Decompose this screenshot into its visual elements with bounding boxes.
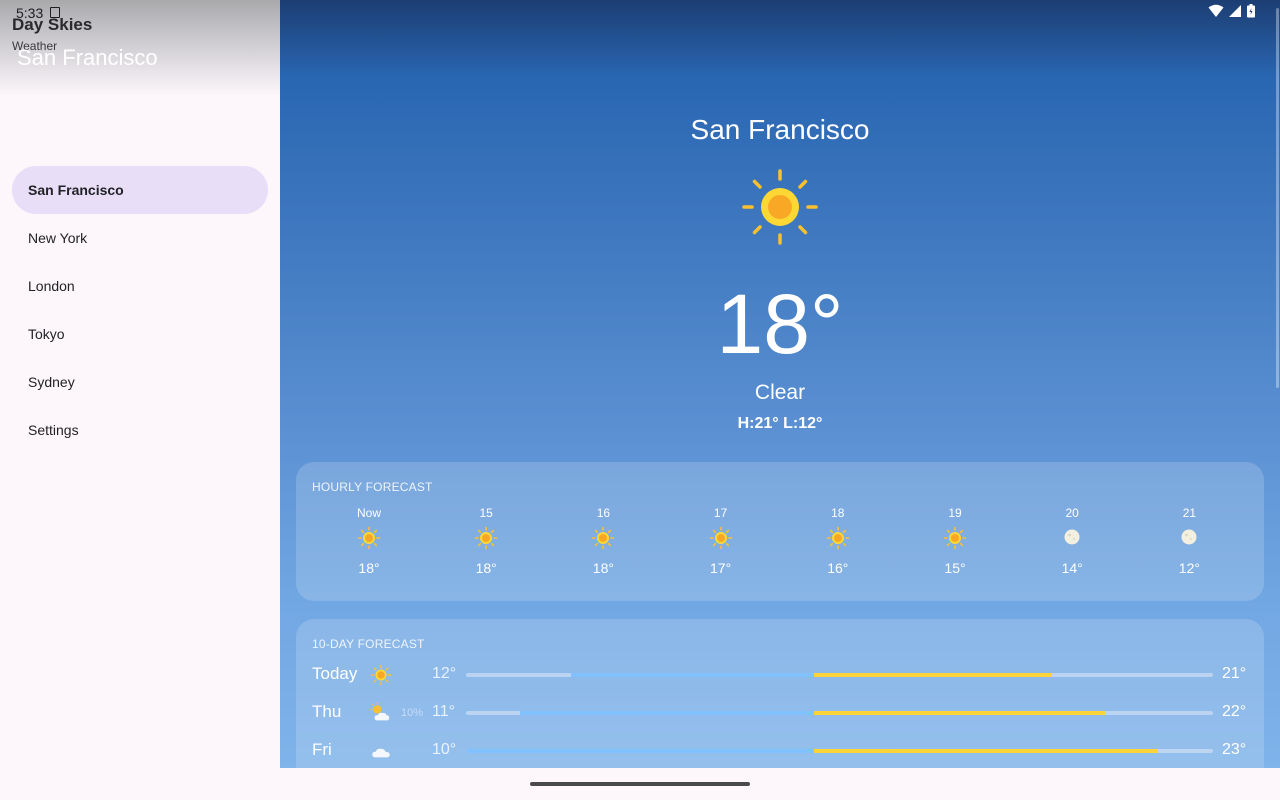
hourly-item: 20 14° xyxy=(1032,506,1112,576)
notification-icon xyxy=(50,7,60,18)
day-low: 12° xyxy=(432,665,457,682)
current-city: San Francisco xyxy=(690,114,870,145)
hour-temp: 14° xyxy=(1061,560,1083,576)
hour-temp: 17° xyxy=(710,560,732,576)
hourly-item: Now 18° xyxy=(329,506,409,576)
drawer-item-sydney[interactable]: Sydney xyxy=(12,358,268,406)
hour-label: 20 xyxy=(1065,506,1079,520)
status-time: 5:33 xyxy=(16,5,44,21)
hour-label: 21 xyxy=(1182,506,1197,520)
precip-chance: 10% xyxy=(401,707,424,719)
hour-label: 15 xyxy=(479,506,493,520)
hour-temp: 18° xyxy=(475,560,497,576)
day-name: Fri xyxy=(312,740,332,759)
day-name: Thu xyxy=(312,702,342,721)
temperature-range-bar xyxy=(466,711,1213,715)
day-high: 21° xyxy=(1222,665,1247,682)
status-icons xyxy=(1208,4,1256,18)
sun-icon xyxy=(563,526,643,556)
moon-icon xyxy=(1149,526,1229,556)
hour-temp: 12° xyxy=(1178,560,1200,576)
temperature-range-bar xyxy=(466,749,1213,753)
daily-forecast-card[interactable]: 10-DAY FORECAST Today 12° 21° Thu 10% 11° 22° F… xyxy=(296,619,1264,768)
sun-icon xyxy=(915,526,995,556)
drawer-header-city: San Francisco xyxy=(17,45,158,70)
sun-icon xyxy=(681,526,761,556)
range-cool-segment xyxy=(466,749,815,753)
hourly-item: 18 16° xyxy=(798,506,878,576)
day-name: Today xyxy=(312,664,358,683)
high-low: H:21° L:12° xyxy=(737,415,823,432)
day-low: 10° xyxy=(432,741,457,758)
day-high: 22° xyxy=(1222,703,1247,720)
day-low: 11° xyxy=(432,703,456,720)
temperature-range-bar xyxy=(466,673,1213,677)
hourly-item: 17 17° xyxy=(681,506,761,576)
drawer-item-tokyo[interactable]: Tokyo xyxy=(12,310,268,358)
daily-row[interactable]: Thu 10% 11° 22° xyxy=(312,698,1248,728)
moon-icon xyxy=(1032,526,1112,556)
drawer-item-settings[interactable]: Settings xyxy=(12,406,268,454)
range-warm-segment xyxy=(814,673,1053,677)
drawer-item-london[interactable]: London xyxy=(12,262,268,310)
hour-temp: 15° xyxy=(944,560,966,576)
daily-row[interactable]: Fri 10° 23° xyxy=(312,736,1248,766)
cloud-icon xyxy=(370,740,392,767)
day-high: 23° xyxy=(1222,741,1247,758)
hour-label: 17 xyxy=(713,506,728,520)
battery-icon xyxy=(1247,4,1255,18)
signal-icon xyxy=(1229,5,1241,17)
sun-icon xyxy=(742,169,818,245)
hourly-item: 21 12° xyxy=(1149,506,1229,576)
drawer-item-new-york[interactable]: New York xyxy=(12,214,268,262)
current-condition: Clear xyxy=(754,381,806,404)
hour-label: 19 xyxy=(948,506,962,520)
hour-label: 16 xyxy=(596,506,611,520)
hourly-item: 15 18° xyxy=(446,506,526,576)
hour-temp: 16° xyxy=(827,560,849,576)
hour-temp: 18° xyxy=(358,560,380,576)
hourly-item: 16 18° xyxy=(563,506,643,576)
sun-icon xyxy=(446,526,526,556)
hour-temp: 18° xyxy=(592,560,614,576)
hour-label: Now xyxy=(356,506,381,520)
range-cool-segment xyxy=(570,673,815,677)
weather-main[interactable]: San Francisco 18° Clear H:21° L:12° HOUR… xyxy=(280,0,1280,768)
drawer-item-san-francisco[interactable]: San Francisco xyxy=(12,166,268,214)
partly-cloudy-icon xyxy=(370,702,392,729)
hourly-forecast-title: HOURLY FORECAST xyxy=(312,480,433,494)
current-temperature: 18° xyxy=(716,277,844,371)
navigation-drawer: Day Skies Weather San Francisco San Fran… xyxy=(0,0,280,768)
sun-icon xyxy=(370,664,392,691)
system-navigation-bar xyxy=(0,768,1280,800)
hourly-item: 19 15° xyxy=(915,506,995,576)
range-cool-segment xyxy=(519,711,815,715)
sun-icon xyxy=(798,526,878,556)
range-warm-segment xyxy=(814,749,1159,753)
gesture-handle[interactable] xyxy=(530,782,750,786)
sun-icon xyxy=(329,526,409,556)
wifi-icon xyxy=(1208,4,1224,17)
daily-row[interactable]: Today 12° 21° xyxy=(312,660,1248,690)
range-warm-segment xyxy=(814,711,1106,715)
hourly-forecast-card[interactable]: HOURLY FORECAST Now 18° 15 18° 16 18° 17 17° 18 1… xyxy=(296,462,1264,601)
daily-forecast-title: 10-DAY FORECAST xyxy=(312,637,425,651)
hour-label: 18 xyxy=(831,506,845,520)
